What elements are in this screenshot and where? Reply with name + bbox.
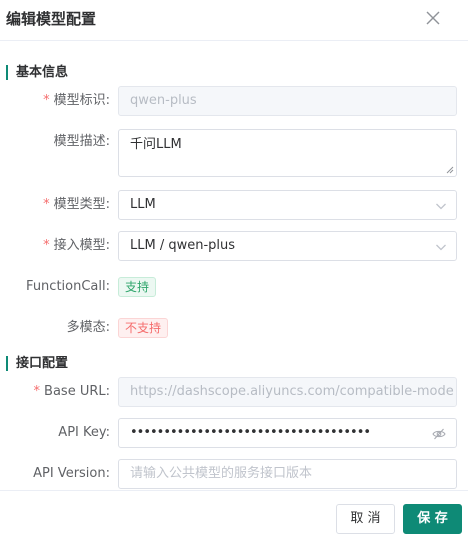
close-icon[interactable] <box>424 9 442 27</box>
api-version-label: API Version: <box>33 466 110 481</box>
section-api-config: 接口配置 <box>6 356 68 371</box>
model-desc-textarea[interactable]: 千问LLM <box>118 129 457 177</box>
api-version-input[interactable]: 请输入公共模型的服务接口版本 <box>118 459 457 489</box>
api-key-value: •••••••••••••••••••••••••••••••••••• <box>130 425 371 440</box>
model-type-label: * 模型类型: <box>43 197 110 212</box>
base-url-label: * Base URL: <box>33 384 110 399</box>
save-button[interactable]: 保 存 <box>403 504 462 534</box>
dialog-title: 编辑模型配置 <box>6 10 97 28</box>
base-url-input[interactable]: https://dashscope.aliyuncs.com/compatibl… <box>118 377 457 407</box>
api-key-label: API Key: <box>58 425 110 440</box>
access-model-label: * 接入模型: <box>43 238 110 253</box>
function-call-tag: 支持 <box>118 277 157 297</box>
cancel-button[interactable]: 取 消 <box>336 504 395 534</box>
edit-model-dialog: 编辑模型配置 基本信息 * 模型标识: qwen-plus 模型描述: 千问LLM… <box>0 0 468 538</box>
model-type-value: LLM <box>130 197 156 212</box>
eye-off-icon[interactable] <box>432 427 446 441</box>
function-call-label: FunctionCall: <box>26 279 110 294</box>
multimodal-tag: 不支持 <box>118 318 169 338</box>
access-model-select[interactable]: LLM / qwen-plus <box>118 231 457 261</box>
resize-handle-icon[interactable] <box>446 166 454 174</box>
required-mark: * <box>33 384 41 399</box>
model-type-select[interactable]: LLM <box>118 190 457 220</box>
required-mark: * <box>43 238 50 253</box>
model-id-label: * 模型标识: <box>43 93 110 108</box>
model-desc-label: 模型描述: <box>53 134 110 149</box>
dialog-header: 编辑模型配置 <box>0 0 468 41</box>
api-key-input[interactable]: •••••••••••••••••••••••••••••••••••• <box>118 418 457 448</box>
access-model-value: LLM / qwen-plus <box>130 238 236 253</box>
section-basic-info: 基本信息 <box>6 65 68 80</box>
dialog-footer: 取 消 保 存 <box>0 490 468 538</box>
multimodal-label: 多模态: <box>66 320 110 335</box>
model-id-input[interactable]: qwen-plus <box>118 86 457 116</box>
required-mark: * <box>43 93 50 108</box>
model-desc-value: 千问LLM <box>130 137 182 152</box>
chevron-down-icon <box>436 244 446 251</box>
required-mark: * <box>43 197 50 212</box>
api-version-placeholder: 请输入公共模型的服务接口版本 <box>130 466 313 481</box>
chevron-down-icon <box>436 203 446 210</box>
